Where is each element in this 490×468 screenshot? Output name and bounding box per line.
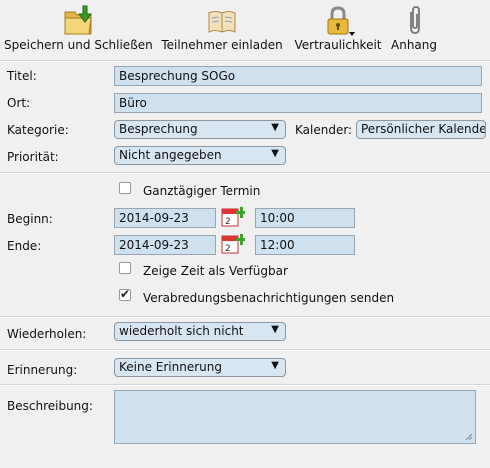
divider bbox=[0, 384, 490, 386]
start-time-input[interactable]: 10:00 bbox=[255, 208, 355, 228]
title-label: Titel: bbox=[7, 69, 37, 83]
notify-label: Verabredungsbenachrichtigungen senden bbox=[143, 291, 395, 305]
divider bbox=[0, 316, 490, 318]
allday-label: Ganztägiger Termin bbox=[143, 184, 261, 198]
location-input[interactable]: Büro bbox=[114, 93, 482, 113]
checkmark-icon: ✔ bbox=[120, 287, 131, 301]
title-input[interactable]: Besprechung SOGo bbox=[114, 66, 482, 86]
end-label: Ende: bbox=[7, 239, 42, 253]
divider bbox=[0, 349, 490, 351]
reminder-value: Keine Erinnerung bbox=[119, 360, 222, 374]
save-and-close-label: Speichern und Schließen bbox=[4, 38, 153, 52]
start-label: Beginn: bbox=[7, 212, 53, 226]
save-folder-icon bbox=[64, 5, 92, 35]
invite-attendees-label: Teilnehmer einladen bbox=[161, 38, 283, 52]
dropdown-arrow-icon: ▼ bbox=[271, 122, 279, 133]
repeat-value: wiederholt sich nicht bbox=[119, 324, 244, 338]
repeat-label: Wiederholen: bbox=[7, 327, 87, 341]
category-value: Besprechung bbox=[119, 122, 198, 136]
location-label: Ort: bbox=[7, 96, 31, 110]
dropdown-arrow-icon: ▼ bbox=[271, 148, 279, 159]
calendar-label: Kalender: bbox=[295, 123, 353, 137]
attachment-label: Anhang bbox=[391, 38, 437, 52]
end-date-input[interactable]: 2014-09-23 bbox=[114, 235, 216, 255]
description-label: Beschreibung: bbox=[7, 399, 93, 413]
show-free-checkbox[interactable] bbox=[119, 262, 131, 274]
priority-value: Nicht angegeben bbox=[119, 148, 222, 162]
end-time-input[interactable]: 12:00 bbox=[255, 235, 355, 255]
invite-attendees-button[interactable]: Teilnehmer einladen bbox=[160, 0, 284, 58]
dropdown-arrow-icon: ▼ bbox=[271, 360, 279, 371]
address-book-icon bbox=[208, 11, 236, 33]
resize-grip-icon[interactable] bbox=[465, 433, 473, 441]
category-label: Kategorie: bbox=[7, 123, 69, 137]
divider bbox=[0, 60, 490, 62]
priority-select[interactable]: Nicht angegeben ▼ bbox=[114, 146, 286, 165]
category-select[interactable]: Besprechung ▼ bbox=[114, 120, 286, 139]
save-and-close-button[interactable]: Speichern und Schließen bbox=[4, 0, 153, 58]
calendar-picker-icon[interactable]: 2 bbox=[221, 233, 245, 255]
repeat-select[interactable]: wiederholt sich nicht ▼ bbox=[114, 322, 286, 341]
toolbar: Speichern und Schließen Teilnehmer einla… bbox=[0, 0, 490, 60]
calendar-value: Persönlicher Kalender bbox=[361, 122, 486, 136]
confidentiality-label: Vertraulichkeit bbox=[294, 38, 382, 52]
reminder-select[interactable]: Keine Erinnerung ▼ bbox=[114, 358, 286, 377]
reminder-label: Erinnerung: bbox=[7, 363, 78, 377]
attachment-button[interactable]: Anhang bbox=[388, 0, 440, 58]
calendar-select[interactable]: Persönlicher Kalender bbox=[356, 120, 486, 139]
allday-checkbox[interactable] bbox=[119, 182, 131, 194]
description-textarea[interactable] bbox=[114, 390, 476, 444]
start-date-input[interactable]: 2014-09-23 bbox=[114, 208, 216, 228]
confidentiality-button[interactable]: Vertraulichkeit bbox=[292, 0, 384, 58]
notify-checkbox[interactable]: ✔ bbox=[119, 287, 131, 301]
lock-icon bbox=[327, 6, 355, 36]
priority-label: Priorität: bbox=[7, 150, 59, 164]
divider bbox=[0, 172, 490, 174]
dropdown-arrow-icon: ▼ bbox=[271, 324, 279, 335]
calendar-picker-icon[interactable]: 2 bbox=[221, 206, 245, 228]
show-free-label: Zeige Zeit als Verfügbar bbox=[143, 264, 288, 278]
svg-text:2: 2 bbox=[225, 217, 231, 227]
paperclip-icon bbox=[410, 6, 420, 34]
svg-text:2: 2 bbox=[225, 244, 231, 254]
